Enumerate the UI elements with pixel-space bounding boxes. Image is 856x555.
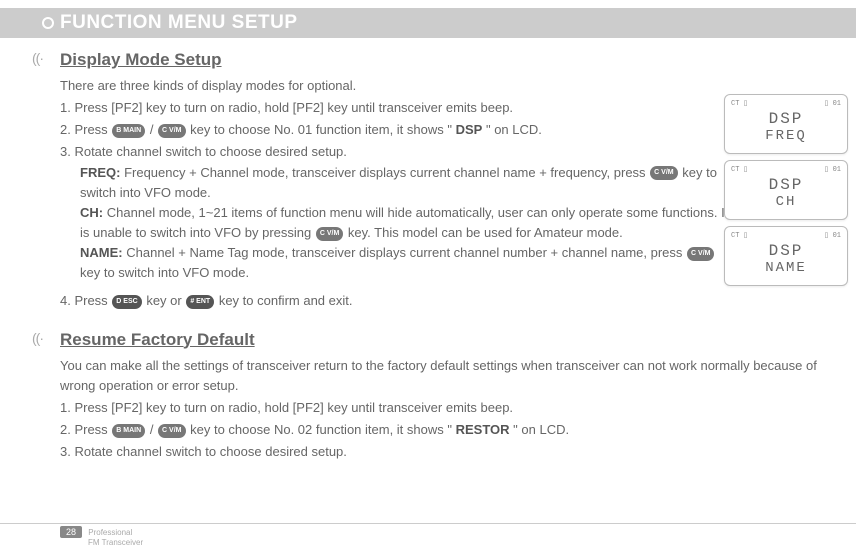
fstep2-b: /: [150, 422, 157, 437]
step2-part-c: key to choose No. 01 function item, it s…: [190, 122, 452, 137]
name-text-2: key to switch into VFO mode.: [80, 265, 249, 280]
section-factory-default: Resume Factory Default You can make all …: [60, 330, 848, 463]
cvm-button-icon: C V/M: [316, 227, 343, 241]
lcd-screen-name: CT ▯ ▯ 01 DSP NAME: [724, 226, 848, 286]
fstep2-bold: RESTOR: [456, 422, 510, 437]
cvm-button-icon: C V/M: [650, 166, 677, 180]
step2-bold: DSP: [456, 122, 483, 137]
name-option: NAME: Channel + Name Tag mode, transceiv…: [80, 243, 730, 283]
lcd-screen-freq: CT ▯ ▯ 01 DSP FREQ: [724, 94, 848, 154]
bmain-button-icon: B MAIN: [112, 124, 145, 138]
lcd-line2: NAME: [731, 260, 841, 276]
header-title: FUNCTION MENU SETUP: [60, 12, 298, 33]
freq-label: FREQ:: [80, 165, 120, 180]
step4-part-b: key or: [146, 293, 185, 308]
step2-part-d: " on LCD.: [486, 122, 542, 137]
page-header: FUNCTION MENU SETUP: [0, 8, 856, 38]
freq-option: FREQ: Frequency + Channel mode, transcei…: [80, 163, 730, 203]
ch-text-2: key. This model can be used for Amateur …: [348, 225, 623, 240]
footer-line2: FM Transceiver: [88, 538, 143, 547]
step4-part-a: 4. Press: [60, 293, 111, 308]
intro-text: There are three kinds of display modes f…: [60, 76, 740, 96]
step-3: 3. Rotate channel switch to choose desir…: [60, 142, 740, 162]
lcd-ind-r: ▯ 01: [825, 99, 841, 108]
page-number: 28: [60, 526, 82, 538]
factory-step-1: 1. Press [PF2] key to turn on radio, hol…: [60, 398, 740, 418]
factory-step-3: 3. Rotate channel switch to choose desir…: [60, 442, 740, 462]
fstep2-d: " on LCD.: [513, 422, 569, 437]
cvm-button-icon: C V/M: [687, 247, 714, 261]
freq-text-1: Frequency + Channel mode, transceiver di…: [124, 165, 649, 180]
step2-part-a: 2. Press: [60, 122, 111, 137]
lcd-ind-r: ▯ 01: [825, 231, 841, 240]
page-footer: 28 Professional FM Transceiver: [0, 523, 856, 547]
ch-label: CH:: [80, 205, 103, 220]
fstep2-c: key to choose No. 02 function item, it s…: [190, 422, 452, 437]
desc-button-icon: D ESC: [112, 295, 141, 309]
name-label: NAME:: [80, 245, 123, 260]
step-1: 1. Press [PF2] key to turn on radio, hol…: [60, 98, 740, 118]
lcd-ind-r: ▯ 01: [825, 165, 841, 174]
lcd-ind-l: CT ▯: [731, 99, 747, 108]
step2-part-b: /: [150, 122, 157, 137]
lcd-line1: DSP: [731, 110, 841, 128]
step-4: 4. Press D ESC key or # ENT key to confi…: [60, 291, 740, 311]
lcd-line1: DSP: [731, 242, 841, 260]
bmain-button-icon: B MAIN: [112, 424, 145, 438]
ch-option: CH: Channel mode, 1~21 items of function…: [80, 203, 730, 243]
step4-part-c: key to confirm and exit.: [219, 293, 353, 308]
ent-button-icon: # ENT: [186, 295, 214, 309]
lcd-ind-l: CT ▯: [731, 231, 747, 240]
content: Display Mode Setup There are three kinds…: [0, 38, 856, 462]
fstep2-a: 2. Press: [60, 422, 111, 437]
cvm-button-icon: C V/M: [158, 424, 185, 438]
cvm-button-icon: C V/M: [158, 124, 185, 138]
section-title-factory: Resume Factory Default: [60, 330, 848, 350]
name-text-1: Channel + Name Tag mode, transceiver dis…: [126, 245, 686, 260]
section-title-display: Display Mode Setup: [60, 50, 848, 70]
lcd-line2: FREQ: [731, 128, 841, 144]
step-2: 2. Press B MAIN / C V/M key to choose No…: [60, 120, 740, 140]
factory-intro: You can make all the settings of transce…: [60, 356, 848, 396]
lcd-stack: CT ▯ ▯ 01 DSP FREQ CT ▯ ▯ 01 DSP CH CT ▯ ▯ …: [724, 94, 848, 292]
lcd-line1: DSP: [731, 176, 841, 194]
footer-line1: Professional: [88, 528, 132, 537]
lcd-line2: CH: [731, 194, 841, 210]
lcd-ind-l: CT ▯: [731, 165, 747, 174]
factory-step-2: 2. Press B MAIN / C V/M key to choose No…: [60, 420, 740, 440]
lcd-screen-ch: CT ▯ ▯ 01 DSP CH: [724, 160, 848, 220]
